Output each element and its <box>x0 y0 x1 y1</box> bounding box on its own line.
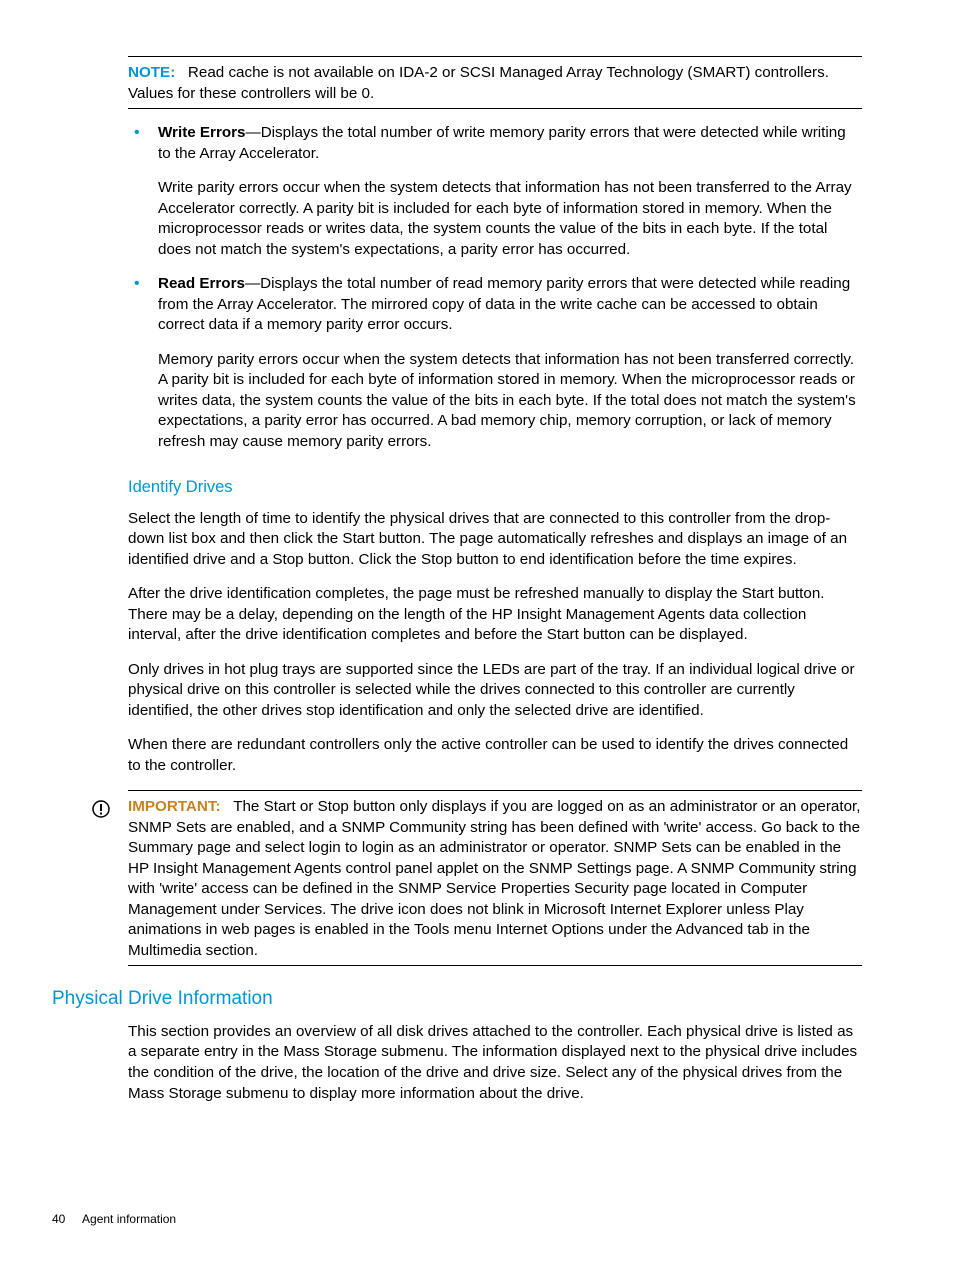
physical-content: This section provides an overview of all… <box>128 1022 862 1104</box>
definition-item-read-errors: Read Errors—Displays the total number of… <box>128 274 862 452</box>
page-footer: 40 Agent information <box>52 1211 176 1227</box>
divider <box>128 56 862 57</box>
identify-p3: Only drives in hot plug trays are suppor… <box>128 660 862 722</box>
page: NOTE: Read cache is not available on IDA… <box>0 0 954 1271</box>
heading-identify-drives: Identify Drives <box>128 476 862 498</box>
definition-lead: Read Errors—Displays the total number of… <box>158 274 862 336</box>
important-block: IMPORTANT: The Start or Stop button only… <box>128 790 862 966</box>
important-body: The Start or Stop button only displays i… <box>128 798 860 959</box>
definition-extra: Memory parity errors occur when the syst… <box>158 350 862 453</box>
definition-dash: — <box>245 275 260 292</box>
divider <box>128 965 862 966</box>
identify-p2: After the drive identification completes… <box>128 584 862 646</box>
definition-dash: — <box>246 124 261 141</box>
definition-term: Write Errors <box>158 124 246 141</box>
divider <box>128 790 862 791</box>
note-body: Read cache is not available on IDA-2 or … <box>128 64 829 102</box>
note-block: NOTE: Read cache is not available on IDA… <box>128 56 862 109</box>
page-number: 40 <box>52 1212 65 1226</box>
definition-term: Read Errors <box>158 275 245 292</box>
identify-p1: Select the length of time to identify th… <box>128 509 862 571</box>
content-column: NOTE: Read cache is not available on IDA… <box>128 56 862 966</box>
divider <box>128 108 862 109</box>
definition-text: Displays the total number of read memory… <box>158 275 850 333</box>
note-label: NOTE: <box>128 64 175 81</box>
definition-extra: Write parity errors occur when the syste… <box>158 178 862 260</box>
physical-p1: This section provides an overview of all… <box>128 1022 862 1104</box>
important-label: IMPORTANT: <box>128 798 221 815</box>
definition-item-write-errors: Write Errors—Displays the total number o… <box>128 123 862 260</box>
definition-lead: Write Errors—Displays the total number o… <box>158 123 862 164</box>
footer-section: Agent information <box>82 1212 176 1226</box>
definition-list: Write Errors—Displays the total number o… <box>128 123 862 452</box>
definition-text: Displays the total number of write memor… <box>158 124 846 162</box>
identify-p4: When there are redundant controllers onl… <box>128 735 862 776</box>
important-icon <box>92 800 110 825</box>
important-text: IMPORTANT: The Start or Stop button only… <box>128 797 862 961</box>
heading-physical-drive-information: Physical Drive Information <box>52 986 862 1012</box>
note-text: NOTE: Read cache is not available on IDA… <box>128 63 862 104</box>
